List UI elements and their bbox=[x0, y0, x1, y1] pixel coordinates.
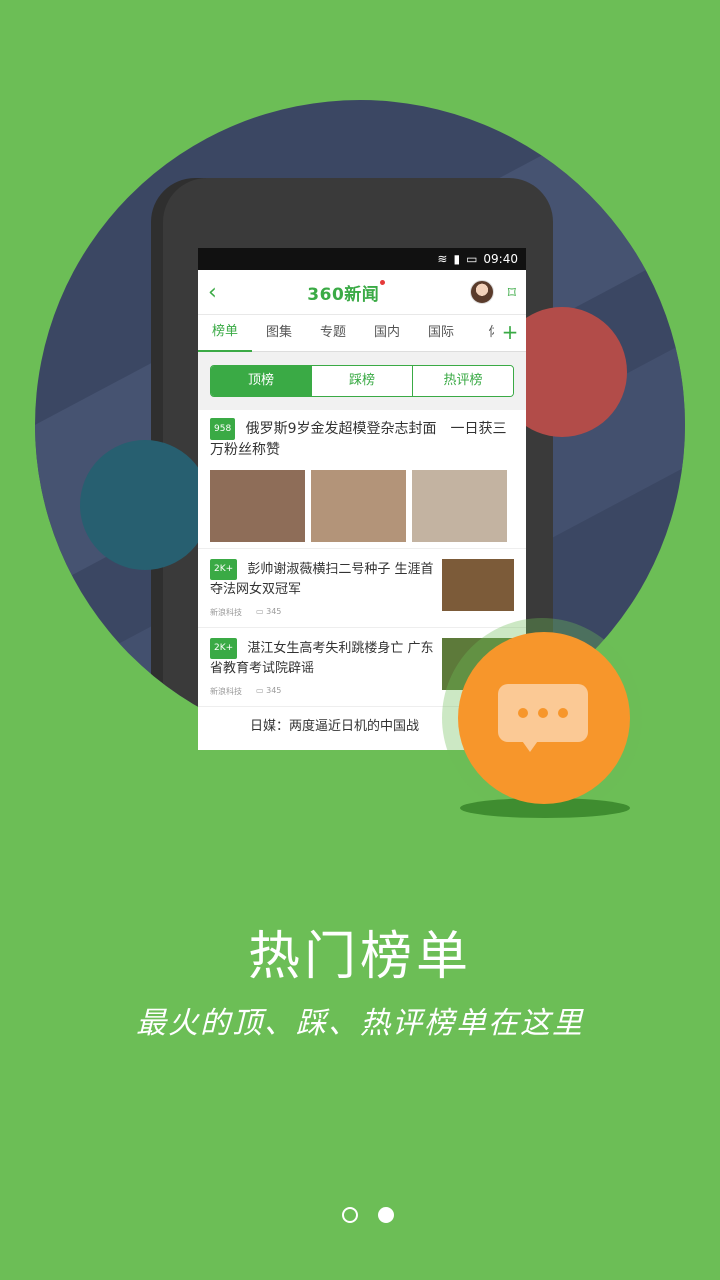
add-tab-button[interactable]: + bbox=[494, 315, 526, 351]
tab-international[interactable]: 国际 bbox=[414, 315, 468, 351]
page-dot-1[interactable] bbox=[342, 1207, 358, 1223]
nav-actions: ⌑ bbox=[469, 280, 516, 304]
notification-dot bbox=[380, 279, 386, 285]
comment-count: ▭ 345 bbox=[256, 607, 282, 616]
news-meta: 新浪科技 ▭ 345 bbox=[210, 686, 434, 697]
like-badge: 2K+ bbox=[210, 638, 238, 659]
avatar[interactable] bbox=[469, 280, 494, 304]
tab-rankings[interactable]: 榜单 bbox=[198, 314, 252, 352]
segment-hot-comments[interactable]: 热评榜 bbox=[412, 366, 513, 396]
feature-headline: 热门榜单 bbox=[247, 927, 472, 987]
brand-title: 360新闻 bbox=[307, 279, 386, 305]
news-thumbnails bbox=[210, 470, 514, 542]
back-icon[interactable]: ‹ bbox=[208, 280, 217, 305]
news-item[interactable]: 2K+ 彭帅谢淑薇横扫二号种子 生涯首夺法网女双冠军 新浪科技 ▭ 345 bbox=[198, 549, 526, 628]
category-tabs: 榜单 图集 专题 国内 国际 体 + bbox=[198, 315, 526, 352]
segment-down[interactable]: 踩榜 bbox=[311, 366, 412, 396]
ranking-segment-wrap: 顶榜 踩榜 热评榜 bbox=[198, 352, 526, 410]
like-badge: 2K+ bbox=[210, 559, 238, 580]
news-title-text: 俄罗斯9岁金发超模登杂志封面 一日获三万粉丝称赞 bbox=[210, 421, 507, 458]
chat-dots bbox=[518, 708, 568, 718]
news-thumbnail bbox=[412, 470, 507, 542]
comment-count-text: 345 bbox=[266, 686, 282, 695]
tab-topics[interactable]: 专题 bbox=[306, 315, 360, 351]
news-title: 958 俄罗斯9岁金发超模登杂志封面 一日获三万粉丝称赞 bbox=[210, 418, 514, 460]
news-thumbnail bbox=[442, 559, 514, 611]
ranking-segment: 顶榜 踩榜 热评榜 bbox=[210, 365, 514, 397]
battery-icon: ▭ bbox=[466, 252, 478, 266]
like-badge: 958 bbox=[210, 418, 236, 440]
chat-tail bbox=[520, 738, 540, 752]
news-thumbnail bbox=[311, 470, 406, 542]
news-source: 新浪科技 bbox=[210, 608, 242, 617]
news-title-text: 彭帅谢淑薇横扫二号种子 生涯首夺法网女双冠军 bbox=[210, 562, 434, 597]
comment-count-text: 345 bbox=[266, 607, 282, 616]
wifi-icon: ≋ bbox=[437, 252, 448, 266]
chat-bubble-icon bbox=[498, 684, 588, 752]
status-bar: ≋ ▮ ▭ 09:40 bbox=[198, 248, 526, 270]
page-dot-2[interactable] bbox=[378, 1207, 394, 1223]
thumbs-down-icon bbox=[80, 440, 210, 570]
tab-domestic[interactable]: 国内 bbox=[360, 315, 414, 351]
signal-icon: ▮ bbox=[453, 252, 461, 266]
feature-subline: 最火的顶、踩、热评榜单在这里 bbox=[136, 1006, 584, 1041]
news-source: 新浪科技 bbox=[210, 687, 242, 696]
news-thumbnail bbox=[210, 470, 305, 542]
bookmark-icon[interactable]: ⌑ bbox=[508, 283, 516, 302]
segment-top[interactable]: 顶榜 bbox=[211, 366, 311, 396]
news-title-text: 湛江女生高考失利跳楼身亡 广东省教育考试院辟谣 bbox=[210, 641, 434, 676]
page-indicator bbox=[342, 1207, 394, 1223]
brand-title-text: 360新闻 bbox=[307, 284, 380, 305]
nav-bar: ‹ 360新闻 ⌑ bbox=[198, 270, 526, 315]
tab-gallery[interactable]: 图集 bbox=[252, 315, 306, 351]
status-time: 09:40 bbox=[483, 252, 518, 266]
news-title: 2K+ 湛江女生高考失利跳楼身亡 广东省教育考试院辟谣 bbox=[210, 638, 434, 678]
news-meta: 新浪科技 ▭ 345 bbox=[210, 607, 434, 618]
comment-count: ▭ 345 bbox=[256, 686, 282, 695]
news-title: 2K+ 彭帅谢淑薇横扫二号种子 生涯首夺法网女双冠军 bbox=[210, 559, 434, 599]
news-item[interactable]: 958 俄罗斯9岁金发超模登杂志封面 一日获三万粉丝称赞 bbox=[198, 410, 526, 549]
